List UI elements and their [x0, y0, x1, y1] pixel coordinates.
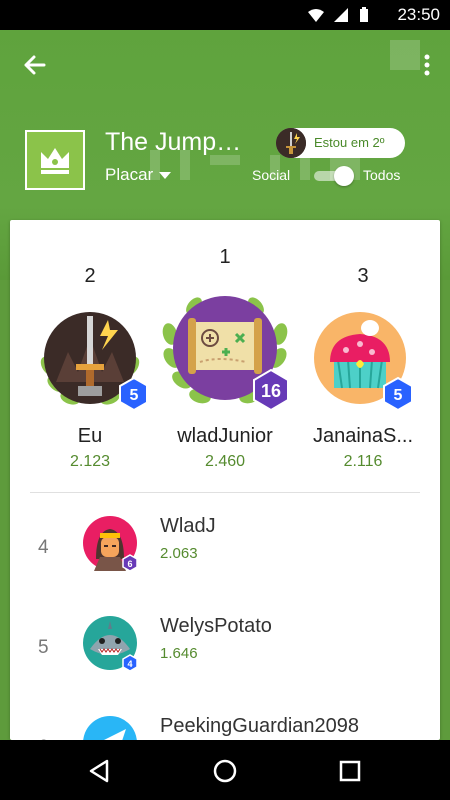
leaderboard-row[interactable]: 5 4 WelysPotato 1.646	[10, 595, 440, 695]
level-number: 4	[127, 659, 132, 669]
row-score: 2.063	[160, 545, 198, 562]
game-title: The Jumper...	[105, 128, 255, 156]
row-username: PeekingGuardian2098	[160, 715, 360, 737]
leaderboard-dropdown-label: Placar	[105, 165, 154, 184]
level-number: 6	[127, 559, 132, 569]
sword-avatar-icon	[276, 128, 306, 158]
avatar: 5	[314, 312, 413, 412]
leaderboard-row[interactable]: 4 6 WladJ 2.063	[10, 495, 440, 595]
avatar	[83, 716, 137, 740]
podium-name: JanainaS...	[312, 425, 414, 447]
row-rank: 4	[38, 537, 49, 558]
social-all-toggle[interactable]	[312, 166, 354, 186]
system-nav-bar	[0, 740, 450, 800]
status-icons	[308, 7, 368, 22]
avatar: 4	[83, 616, 138, 671]
treasure-map-icon	[188, 318, 262, 374]
podium-name: wladJunior	[177, 425, 273, 447]
podium-name: Eu	[77, 425, 103, 447]
toggle-thumb	[334, 166, 354, 186]
crown-icon	[41, 148, 69, 174]
level-number: 16	[261, 381, 281, 401]
row-username: WladJ	[160, 515, 216, 537]
avatar: 5	[40, 312, 146, 412]
podium-score: 2.116	[343, 453, 383, 470]
more-vert-icon[interactable]	[418, 50, 436, 80]
leaderboard-dropdown[interactable]: Placar	[105, 165, 172, 185]
avatar: 16	[162, 296, 289, 412]
podium-rank: 3	[357, 265, 369, 287]
back-arrow-icon[interactable]	[18, 50, 52, 80]
row-score: 1.646	[160, 645, 198, 662]
cell-signal-icon	[334, 8, 348, 22]
row-rank: 5	[38, 637, 49, 658]
status-bar: 23:50	[0, 0, 450, 30]
my-rank-label: Estou em 2º	[314, 135, 385, 150]
row-username: WelysPotato	[160, 615, 272, 637]
battery-icon	[360, 7, 368, 22]
leaderboard-row[interactable]: 6 PeekingGuardian2098	[10, 695, 440, 740]
nav-back-icon[interactable]	[87, 758, 113, 784]
my-rank-badge[interactable]: Estou em 2º	[276, 128, 405, 158]
avatar: 6	[83, 516, 138, 571]
wifi-icon	[308, 9, 324, 22]
level-badge: 6	[122, 554, 138, 571]
game-icon	[25, 130, 85, 190]
podium-rank: 1	[219, 246, 231, 268]
nav-recents-icon[interactable]	[337, 758, 363, 784]
level-number: 5	[394, 387, 403, 404]
podium-score: 2.460	[204, 453, 246, 470]
dropdown-caret-icon	[159, 172, 172, 180]
podium-rank: 2	[84, 265, 96, 287]
level-badge: 4	[122, 654, 138, 671]
leaderboard-card: 2 5 Eu 2.123 1 16 wladJunior 2.460 3 5 J…	[10, 220, 440, 740]
level-badge: 5	[119, 376, 146, 412]
all-filter-label[interactable]: Todos	[363, 167, 400, 183]
my-avatar	[276, 128, 306, 158]
nav-home-icon[interactable]	[212, 758, 238, 784]
podium-score: 2.123	[69, 453, 111, 470]
level-badge: 5	[383, 376, 413, 412]
level-badge: 16	[253, 368, 289, 412]
divider	[30, 492, 420, 493]
social-filter-label[interactable]: Social	[252, 167, 290, 183]
level-number: 5	[130, 387, 139, 404]
clock: 23:50	[397, 5, 440, 24]
